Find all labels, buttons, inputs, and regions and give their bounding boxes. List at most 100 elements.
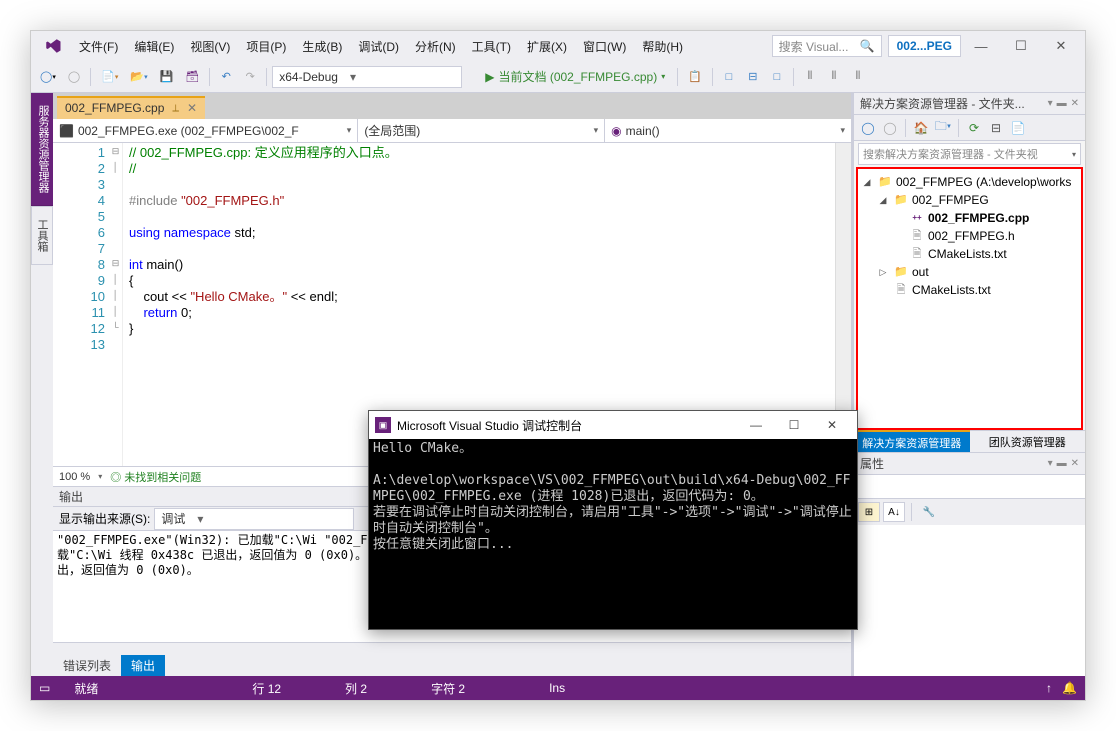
notifications-icon[interactable]: 🔔 <box>1062 681 1077 695</box>
nav-dropdowns: ⬛002_FFMPEG.exe (002_FFMPEG\002_F▾ (全局范围… <box>53 119 851 143</box>
insert-button[interactable]: 📋 <box>683 65 707 89</box>
pin-icon[interactable]: ▬ <box>1057 98 1067 109</box>
menu-item[interactable]: 文件(F) <box>71 34 126 59</box>
status-ready: 就绪 <box>74 680 98 697</box>
doc-tab-row: 002_FFMPEG.cpp ⟂ ✕ <box>53 93 851 119</box>
console-body[interactable]: Hello CMake。 A:\develop\workspace\VS\002… <box>369 439 857 629</box>
debug-console-window: ▣ Microsoft Visual Studio 调试控制台 — ☐ ✕ He… <box>368 410 858 630</box>
menu-item[interactable]: 生成(B) <box>294 34 350 59</box>
redo-button[interactable]: ↷ <box>239 65 261 89</box>
fwd-icon[interactable]: ◯ <box>880 118 900 138</box>
solution-label[interactable]: 002...PEG <box>888 35 961 57</box>
tree-row[interactable]: ◢📁002_FFMPEG (A:\develop\works <box>860 173 1079 191</box>
alphabetical-button[interactable]: A↓ <box>883 502 905 522</box>
minimize-button[interactable]: — <box>737 411 775 439</box>
home-icon[interactable]: 🏠 <box>911 118 931 138</box>
menu-item[interactable]: 调试(D) <box>350 34 407 59</box>
save-all-button[interactable]: 🗃 <box>180 65 204 89</box>
close-icon[interactable]: ✕ <box>187 101 197 115</box>
maximize-button[interactable]: ☐ <box>1001 32 1041 60</box>
menu-item[interactable]: 项目(P) <box>238 34 294 59</box>
left-tab-well: 服务器资源管理器 工具箱 <box>31 93 53 676</box>
solution-tree[interactable]: ◢📁002_FFMPEG (A:\develop\works◢📁002_FFMP… <box>856 167 1083 430</box>
status-ins: Ins <box>549 681 565 695</box>
h6-button[interactable]: ⫴ <box>847 65 869 89</box>
doc-tab[interactable]: 002_FFMPEG.cpp ⟂ ✕ <box>57 96 205 119</box>
status-col: 列 2 <box>345 680 367 697</box>
close-button[interactable]: ✕ <box>813 411 851 439</box>
output-tab[interactable]: 输出 <box>121 655 165 676</box>
console-icon: ▣ <box>375 417 391 433</box>
tree-row[interactable]: ◢📁002_FFMPEG <box>860 191 1079 209</box>
team-explorer-tab[interactable]: 团队资源管理器 <box>970 430 1086 452</box>
menu-bar: 文件(F)编辑(E)视图(V)项目(P)生成(B)调试(D)分析(N)工具(T)… <box>71 34 691 59</box>
minimize-button[interactable]: — <box>961 32 1001 60</box>
explorer-title: 解决方案资源管理器 - 文件夹... ▾▬✕ <box>854 93 1085 115</box>
save-button[interactable]: 💾 <box>155 65 179 89</box>
status-bar: ▭ 就绪 行 12 列 2 字符 2 Ins ↑ 🔔 <box>31 676 1085 700</box>
h4-button[interactable]: ⫴ <box>799 65 821 89</box>
output-hscrollbar[interactable] <box>53 642 851 654</box>
new-button[interactable]: 📄▾ <box>96 65 123 89</box>
nav-fwd-button[interactable]: ◯ <box>63 65 85 89</box>
pin-icon[interactable]: ▬ <box>1057 458 1067 469</box>
refresh-icon[interactable]: ⟳ <box>964 118 984 138</box>
collapse-icon[interactable]: ⊟ <box>986 118 1006 138</box>
prop-pages-button[interactable]: 🔧 <box>918 502 940 522</box>
nav-scope-dropdown[interactable]: (全局范围)▾ <box>358 119 605 142</box>
rect-icon: ▭ <box>39 681 50 695</box>
dropdown-icon[interactable]: ▾ <box>1048 458 1053 469</box>
tree-row[interactable]: 🗎CMakeLists.txt <box>860 281 1079 299</box>
server-explorer-tab[interactable]: 服务器资源管理器 <box>31 93 53 206</box>
run-button[interactable]: ▶ 当前文档 (002_FFMPEG.cpp) ▾ <box>478 65 672 88</box>
publish-icon[interactable]: ↑ <box>1046 681 1052 695</box>
menu-item[interactable]: 工具(T) <box>464 34 519 59</box>
menu-item[interactable]: 帮助(H) <box>634 34 691 59</box>
h5-button[interactable]: ⫴ <box>823 65 845 89</box>
nav-func-dropdown[interactable]: ◉main()▾ <box>605 119 851 142</box>
h3-button[interactable]: □ <box>766 65 788 89</box>
pin-icon[interactable]: ⟂ <box>172 103 179 114</box>
tree-row[interactable]: 🗎CMakeLists.txt <box>860 245 1079 263</box>
close-icon[interactable]: ✕ <box>1071 98 1079 109</box>
show-all-icon[interactable]: 📄 <box>1008 118 1028 138</box>
tree-row[interactable]: 🗎002_FFMPEG.h <box>860 227 1079 245</box>
nav-project-dropdown[interactable]: ⬛002_FFMPEG.exe (002_FFMPEG\002_F▾ <box>53 119 358 142</box>
back-icon[interactable]: ◯ <box>858 118 878 138</box>
sln-explorer-tab[interactable]: 解决方案资源管理器 <box>854 430 970 452</box>
vs-logo-icon <box>35 34 71 58</box>
title-bar: 文件(F)编辑(E)视图(V)项目(P)生成(B)调试(D)分析(N)工具(T)… <box>31 31 1085 61</box>
tree-row[interactable]: ▷📁out <box>860 263 1079 281</box>
close-button[interactable]: ✕ <box>1041 32 1081 60</box>
h2-button[interactable]: ⊟ <box>742 65 764 89</box>
search-box[interactable]: 搜索 Visual... 🔍 <box>772 35 882 57</box>
tree-row[interactable]: ++002_FFMPEG.cpp <box>860 209 1079 227</box>
h1-button[interactable]: □ <box>718 65 740 89</box>
close-icon[interactable]: ✕ <box>1071 458 1079 469</box>
console-title-bar[interactable]: ▣ Microsoft Visual Studio 调试控制台 — ☐ ✕ <box>369 411 857 439</box>
switch-view-icon[interactable]: 🗀▾ <box>933 118 953 138</box>
menu-item[interactable]: 视图(V) <box>182 34 238 59</box>
menu-item[interactable]: 窗口(W) <box>575 34 634 59</box>
search-icon: 🔍 <box>860 39 875 53</box>
output-source-dropdown[interactable]: 调试▾ <box>154 508 354 530</box>
open-button[interactable]: 📂▾ <box>125 65 152 89</box>
explorer-toolbar: ◯ ◯ 🏠 🗀▾ ⟳ ⊟ 📄 <box>854 115 1085 141</box>
menu-item[interactable]: 分析(N) <box>407 34 464 59</box>
status-char: 字符 2 <box>431 680 465 697</box>
maximize-button[interactable]: ☐ <box>775 411 813 439</box>
explorer-search[interactable]: 搜索解决方案资源管理器 - 文件夹视 ▾ <box>858 143 1081 165</box>
toolbox-tab[interactable]: 工具箱 <box>31 206 53 265</box>
zoom-chevron-icon[interactable]: ▾ <box>98 472 102 481</box>
properties-title: 属性 ▾▬✕ <box>854 453 1085 475</box>
properties-panel: 属性 ▾▬✕ ⊞ A↓ 🔧 <box>854 452 1085 676</box>
nav-back-button[interactable]: ◯▾ <box>35 65 61 89</box>
no-issues-label: ◎ 未找到相关问题 <box>110 469 201 485</box>
menu-item[interactable]: 扩展(X) <box>519 34 575 59</box>
menu-item[interactable]: 编辑(E) <box>126 34 182 59</box>
config-dropdown[interactable]: x64-Debug▾ <box>272 66 462 88</box>
dropdown-icon[interactable]: ▾ <box>1048 98 1053 109</box>
undo-button[interactable]: ↶ <box>215 65 237 89</box>
error-list-tab[interactable]: 错误列表 <box>53 655 121 676</box>
categorized-button[interactable]: ⊞ <box>858 502 880 522</box>
